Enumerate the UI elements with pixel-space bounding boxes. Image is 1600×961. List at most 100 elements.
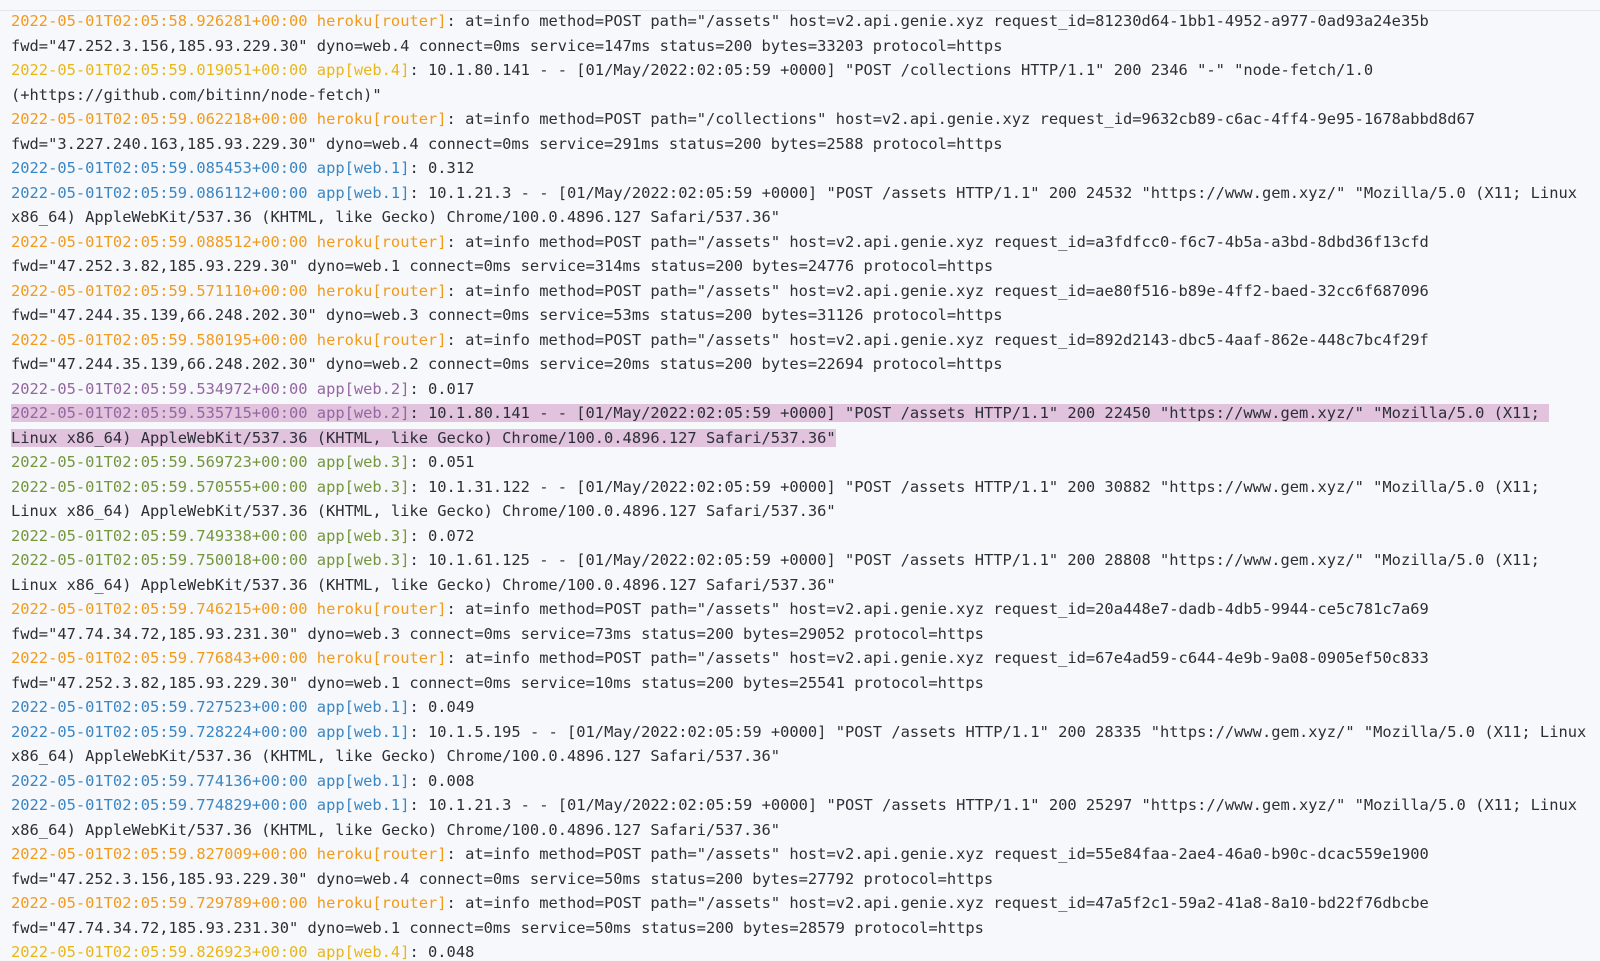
log-line[interactable]: 2022-05-01T02:05:59.019051+00:00 app[web… (0, 58, 1600, 107)
log-line[interactable]: 2022-05-01T02:05:59.086112+00:00 app[web… (0, 181, 1600, 230)
log-separator: : (446, 110, 466, 128)
log-source: app[web.2] (316, 379, 410, 398)
log-line[interactable]: 2022-05-01T02:05:59.826923+00:00 app[web… (0, 940, 1600, 961)
log-message: 0.049 (428, 698, 475, 716)
log-line-text: 2022-05-01T02:05:59.088512+00:00 heroku[… (11, 233, 1438, 276)
log-line-text: 2022-05-01T02:05:59.774829+00:00 app[web… (11, 796, 1586, 839)
log-source: app[web.2] (316, 404, 410, 422)
log-line[interactable]: 2022-05-01T02:05:59.728224+00:00 app[web… (0, 720, 1600, 769)
log-line[interactable]: 2022-05-01T02:05:59.827009+00:00 heroku[… (0, 842, 1600, 891)
log-line[interactable]: 2022-05-01T02:05:59.570555+00:00 app[web… (0, 475, 1600, 524)
log-line-text: 2022-05-01T02:05:59.535715+00:00 app[web… (11, 404, 1550, 447)
log-timestamp: 2022-05-01T02:05:59.535715+00:00 (11, 404, 308, 422)
log-message: 0.048 (428, 943, 475, 961)
log-timestamp: 2022-05-01T02:05:59.019051+00:00 (11, 61, 308, 79)
log-separator: : (409, 943, 429, 961)
log-separator: : (446, 330, 466, 349)
log-line[interactable]: 2022-05-01T02:05:59.088512+00:00 heroku[… (0, 230, 1600, 279)
log-line-selected[interactable]: 2022-05-01T02:05:59.535715+00:00 app[web… (0, 401, 1600, 450)
log-separator: : (446, 281, 466, 300)
log-timestamp: 2022-05-01T02:05:59.085453+00:00 (11, 159, 308, 177)
log-timestamp: 2022-05-01T02:05:59.774136+00:00 (11, 771, 308, 790)
log-timestamp: 2022-05-01T02:05:59.774829+00:00 (11, 796, 308, 814)
log-line[interactable]: 2022-05-01T02:05:59.776843+00:00 heroku[… (0, 646, 1600, 695)
log-separator: : (446, 12, 466, 30)
log-message: 0.017 (428, 379, 475, 398)
log-line-text: 2022-05-01T02:05:59.019051+00:00 app[web… (11, 61, 1382, 104)
log-separator: : (409, 453, 429, 471)
log-line-text: 2022-05-01T02:05:59.776843+00:00 heroku[… (11, 649, 1438, 692)
log-timestamp: 2022-05-01T02:05:59.062218+00:00 (11, 110, 308, 128)
log-line[interactable]: 2022-05-01T02:05:59.571110+00:00 heroku[… (0, 279, 1600, 328)
log-timestamp: 2022-05-01T02:05:59.776843+00:00 (11, 649, 308, 667)
log-line[interactable]: 2022-05-01T02:05:58.926281+00:00 heroku[… (0, 9, 1600, 58)
log-line[interactable]: 2022-05-01T02:05:59.580195+00:00 heroku[… (0, 328, 1600, 377)
log-timestamp: 2022-05-01T02:05:59.088512+00:00 (11, 232, 308, 251)
log-line[interactable]: 2022-05-01T02:05:59.085453+00:00 app[web… (0, 156, 1600, 181)
log-message: 0.051 (428, 453, 475, 471)
log-source: app[web.3] (316, 551, 410, 569)
log-line[interactable]: 2022-05-01T02:05:59.569723+00:00 app[web… (0, 450, 1600, 475)
log-line-text: 2022-05-01T02:05:59.774136+00:00 app[web… (11, 772, 474, 790)
log-source: app[web.4] (316, 61, 410, 79)
log-timestamp: 2022-05-01T02:05:59.826923+00:00 (11, 943, 308, 961)
log-line-text: 2022-05-01T02:05:59.749338+00:00 app[web… (11, 527, 474, 545)
log-line[interactable]: 2022-05-01T02:05:59.062218+00:00 heroku[… (0, 107, 1600, 156)
log-message: 0.072 (428, 526, 475, 545)
log-source: heroku[router] (316, 894, 447, 912)
log-timestamp: 2022-05-01T02:05:59.580195+00:00 (11, 330, 308, 349)
log-source: app[web.1] (316, 722, 410, 741)
log-source: heroku[router] (316, 12, 447, 30)
log-viewer[interactable]: 2022-05-01T02:05:58.926281+00:00 heroku[… (0, 9, 1600, 961)
log-separator: : (446, 232, 466, 251)
log-line-text: 2022-05-01T02:05:59.750018+00:00 app[web… (11, 551, 1549, 594)
log-timestamp: 2022-05-01T02:05:59.827009+00:00 (11, 845, 308, 863)
log-source: heroku[router] (316, 649, 447, 667)
log-line[interactable]: 2022-05-01T02:05:59.774136+00:00 app[web… (0, 769, 1600, 794)
log-separator: : (409, 796, 429, 814)
log-separator: : (409, 722, 429, 741)
log-separator: : (409, 551, 429, 569)
log-timestamp: 2022-05-01T02:05:59.727523+00:00 (11, 698, 308, 716)
log-timestamp: 2022-05-01T02:05:59.534972+00:00 (11, 379, 308, 398)
log-line[interactable]: 2022-05-01T02:05:59.727523+00:00 app[web… (0, 695, 1600, 720)
log-line-text: 2022-05-01T02:05:58.926281+00:00 heroku[… (11, 12, 1438, 55)
log-source: app[web.1] (316, 771, 410, 790)
log-source: app[web.3] (316, 453, 410, 471)
log-timestamp: 2022-05-01T02:05:59.729789+00:00 (11, 894, 308, 912)
log-timestamp: 2022-05-01T02:05:59.749338+00:00 (11, 526, 308, 545)
log-message: 0.008 (428, 771, 475, 790)
log-timestamp: 2022-05-01T02:05:59.728224+00:00 (11, 722, 308, 741)
log-source: app[web.1] (316, 796, 410, 814)
log-line-text: 2022-05-01T02:05:59.534972+00:00 app[web… (11, 380, 474, 398)
log-line[interactable]: 2022-05-01T02:05:59.729789+00:00 heroku[… (0, 891, 1600, 940)
log-source: app[web.3] (316, 477, 410, 496)
log-source: app[web.1] (316, 183, 410, 202)
log-line-text: 2022-05-01T02:05:59.086112+00:00 app[web… (11, 184, 1586, 227)
log-separator: : (446, 600, 466, 618)
log-line[interactable]: 2022-05-01T02:05:59.774829+00:00 app[web… (0, 793, 1600, 842)
log-separator: : (409, 183, 429, 202)
log-line-text: 2022-05-01T02:05:59.729789+00:00 heroku[… (11, 894, 1438, 937)
log-line[interactable]: 2022-05-01T02:05:59.749338+00:00 app[web… (0, 524, 1600, 549)
log-source: heroku[router] (316, 330, 447, 349)
log-line-text: 2022-05-01T02:05:59.727523+00:00 app[web… (11, 698, 474, 716)
log-separator: : (409, 61, 429, 79)
log-separator: : (446, 649, 466, 667)
log-timestamp: 2022-05-01T02:05:59.571110+00:00 (11, 281, 308, 300)
log-line-text: 2022-05-01T02:05:59.570555+00:00 app[web… (11, 478, 1549, 521)
log-line[interactable]: 2022-05-01T02:05:59.750018+00:00 app[web… (0, 548, 1600, 597)
log-timestamp: 2022-05-01T02:05:59.750018+00:00 (11, 551, 308, 569)
log-source: heroku[router] (316, 845, 447, 863)
log-line-text: 2022-05-01T02:05:59.571110+00:00 heroku[… (11, 282, 1438, 325)
log-separator: : (409, 771, 429, 790)
log-separator: : (409, 477, 429, 496)
log-source: app[web.3] (316, 526, 410, 545)
log-line-text: 2022-05-01T02:05:59.062218+00:00 heroku[… (11, 110, 1484, 153)
log-source: heroku[router] (316, 110, 447, 128)
log-source: heroku[router] (316, 600, 447, 618)
log-line[interactable]: 2022-05-01T02:05:59.746215+00:00 heroku[… (0, 597, 1600, 646)
log-source: app[web.1] (316, 698, 410, 716)
log-line[interactable]: 2022-05-01T02:05:59.534972+00:00 app[web… (0, 377, 1600, 402)
log-line-text: 2022-05-01T02:05:59.728224+00:00 app[web… (11, 723, 1596, 766)
